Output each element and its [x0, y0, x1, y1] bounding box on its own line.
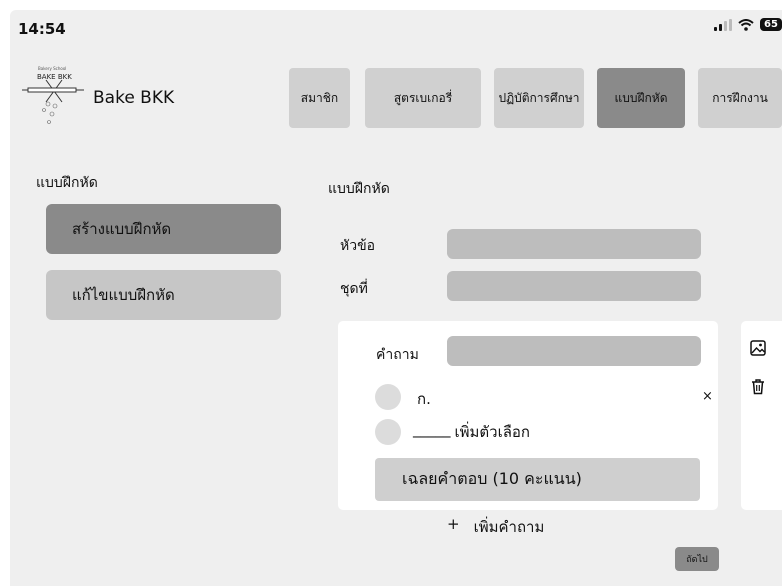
set-label: ชุดที่ [340, 281, 368, 297]
option-radio[interactable] [375, 384, 401, 410]
trash-icon[interactable] [751, 378, 765, 395]
add-question-button[interactable]: + เพิ่มคำถาม [447, 515, 544, 539]
add-option-blank: _____ [413, 420, 451, 438]
svg-text:Bakery School: Bakery School [38, 66, 66, 71]
set-number-input[interactable] [447, 271, 701, 301]
create-exercise-button[interactable]: สร้างแบบฝึกหัด [46, 204, 281, 254]
tab-members[interactable]: สมาชิก [289, 68, 350, 128]
form-title: แบบฝึกหัด [328, 181, 390, 197]
sidebar-title: แบบฝึกหัด [36, 175, 98, 191]
topic-label: หัวข้อ [340, 238, 376, 254]
tab-bakery-recipes[interactable]: สูตรเบเกอรี่ [365, 68, 481, 128]
tab-internship[interactable]: การฝึกงาน [698, 68, 782, 128]
brand-logo: Bakery School BAKE BKK [22, 66, 84, 124]
tab-lab[interactable]: ปฏิบัติการศึกษา [494, 68, 584, 128]
remove-option-icon[interactable]: × [702, 389, 713, 404]
add-option-button[interactable]: _____ เพิ่มตัวเลือก [413, 420, 530, 444]
tab-exercises[interactable]: แบบฝึกหัด [597, 68, 685, 128]
brand-name: Bake BKK [93, 88, 175, 108]
status-icons: 65 [714, 18, 782, 31]
svg-text:BAKE BKK: BAKE BKK [37, 73, 72, 81]
topic-input[interactable] [447, 229, 701, 259]
status-time: 14:54 [18, 20, 66, 38]
add-question-label: เพิ่มคำถาม [473, 518, 545, 536]
option-label: ก. [417, 390, 431, 408]
next-button[interactable]: ถัดไป [675, 547, 719, 571]
edit-exercise-button[interactable]: แก้ไขแบบฝึกหัด [46, 270, 281, 320]
add-option-radio [375, 419, 401, 445]
image-icon[interactable] [750, 340, 766, 356]
plus-icon: + [447, 515, 460, 533]
answer-key-button[interactable]: เฉลยคำตอบ (10 คะแนน) [375, 458, 700, 501]
wifi-icon [738, 18, 754, 31]
add-option-label: เพิ่มตัวเลือก [454, 423, 530, 441]
battery-icon: 65 [760, 18, 782, 31]
question-label: คำถาม [376, 347, 419, 363]
question-input[interactable] [447, 336, 701, 366]
signal-icon [714, 18, 732, 31]
